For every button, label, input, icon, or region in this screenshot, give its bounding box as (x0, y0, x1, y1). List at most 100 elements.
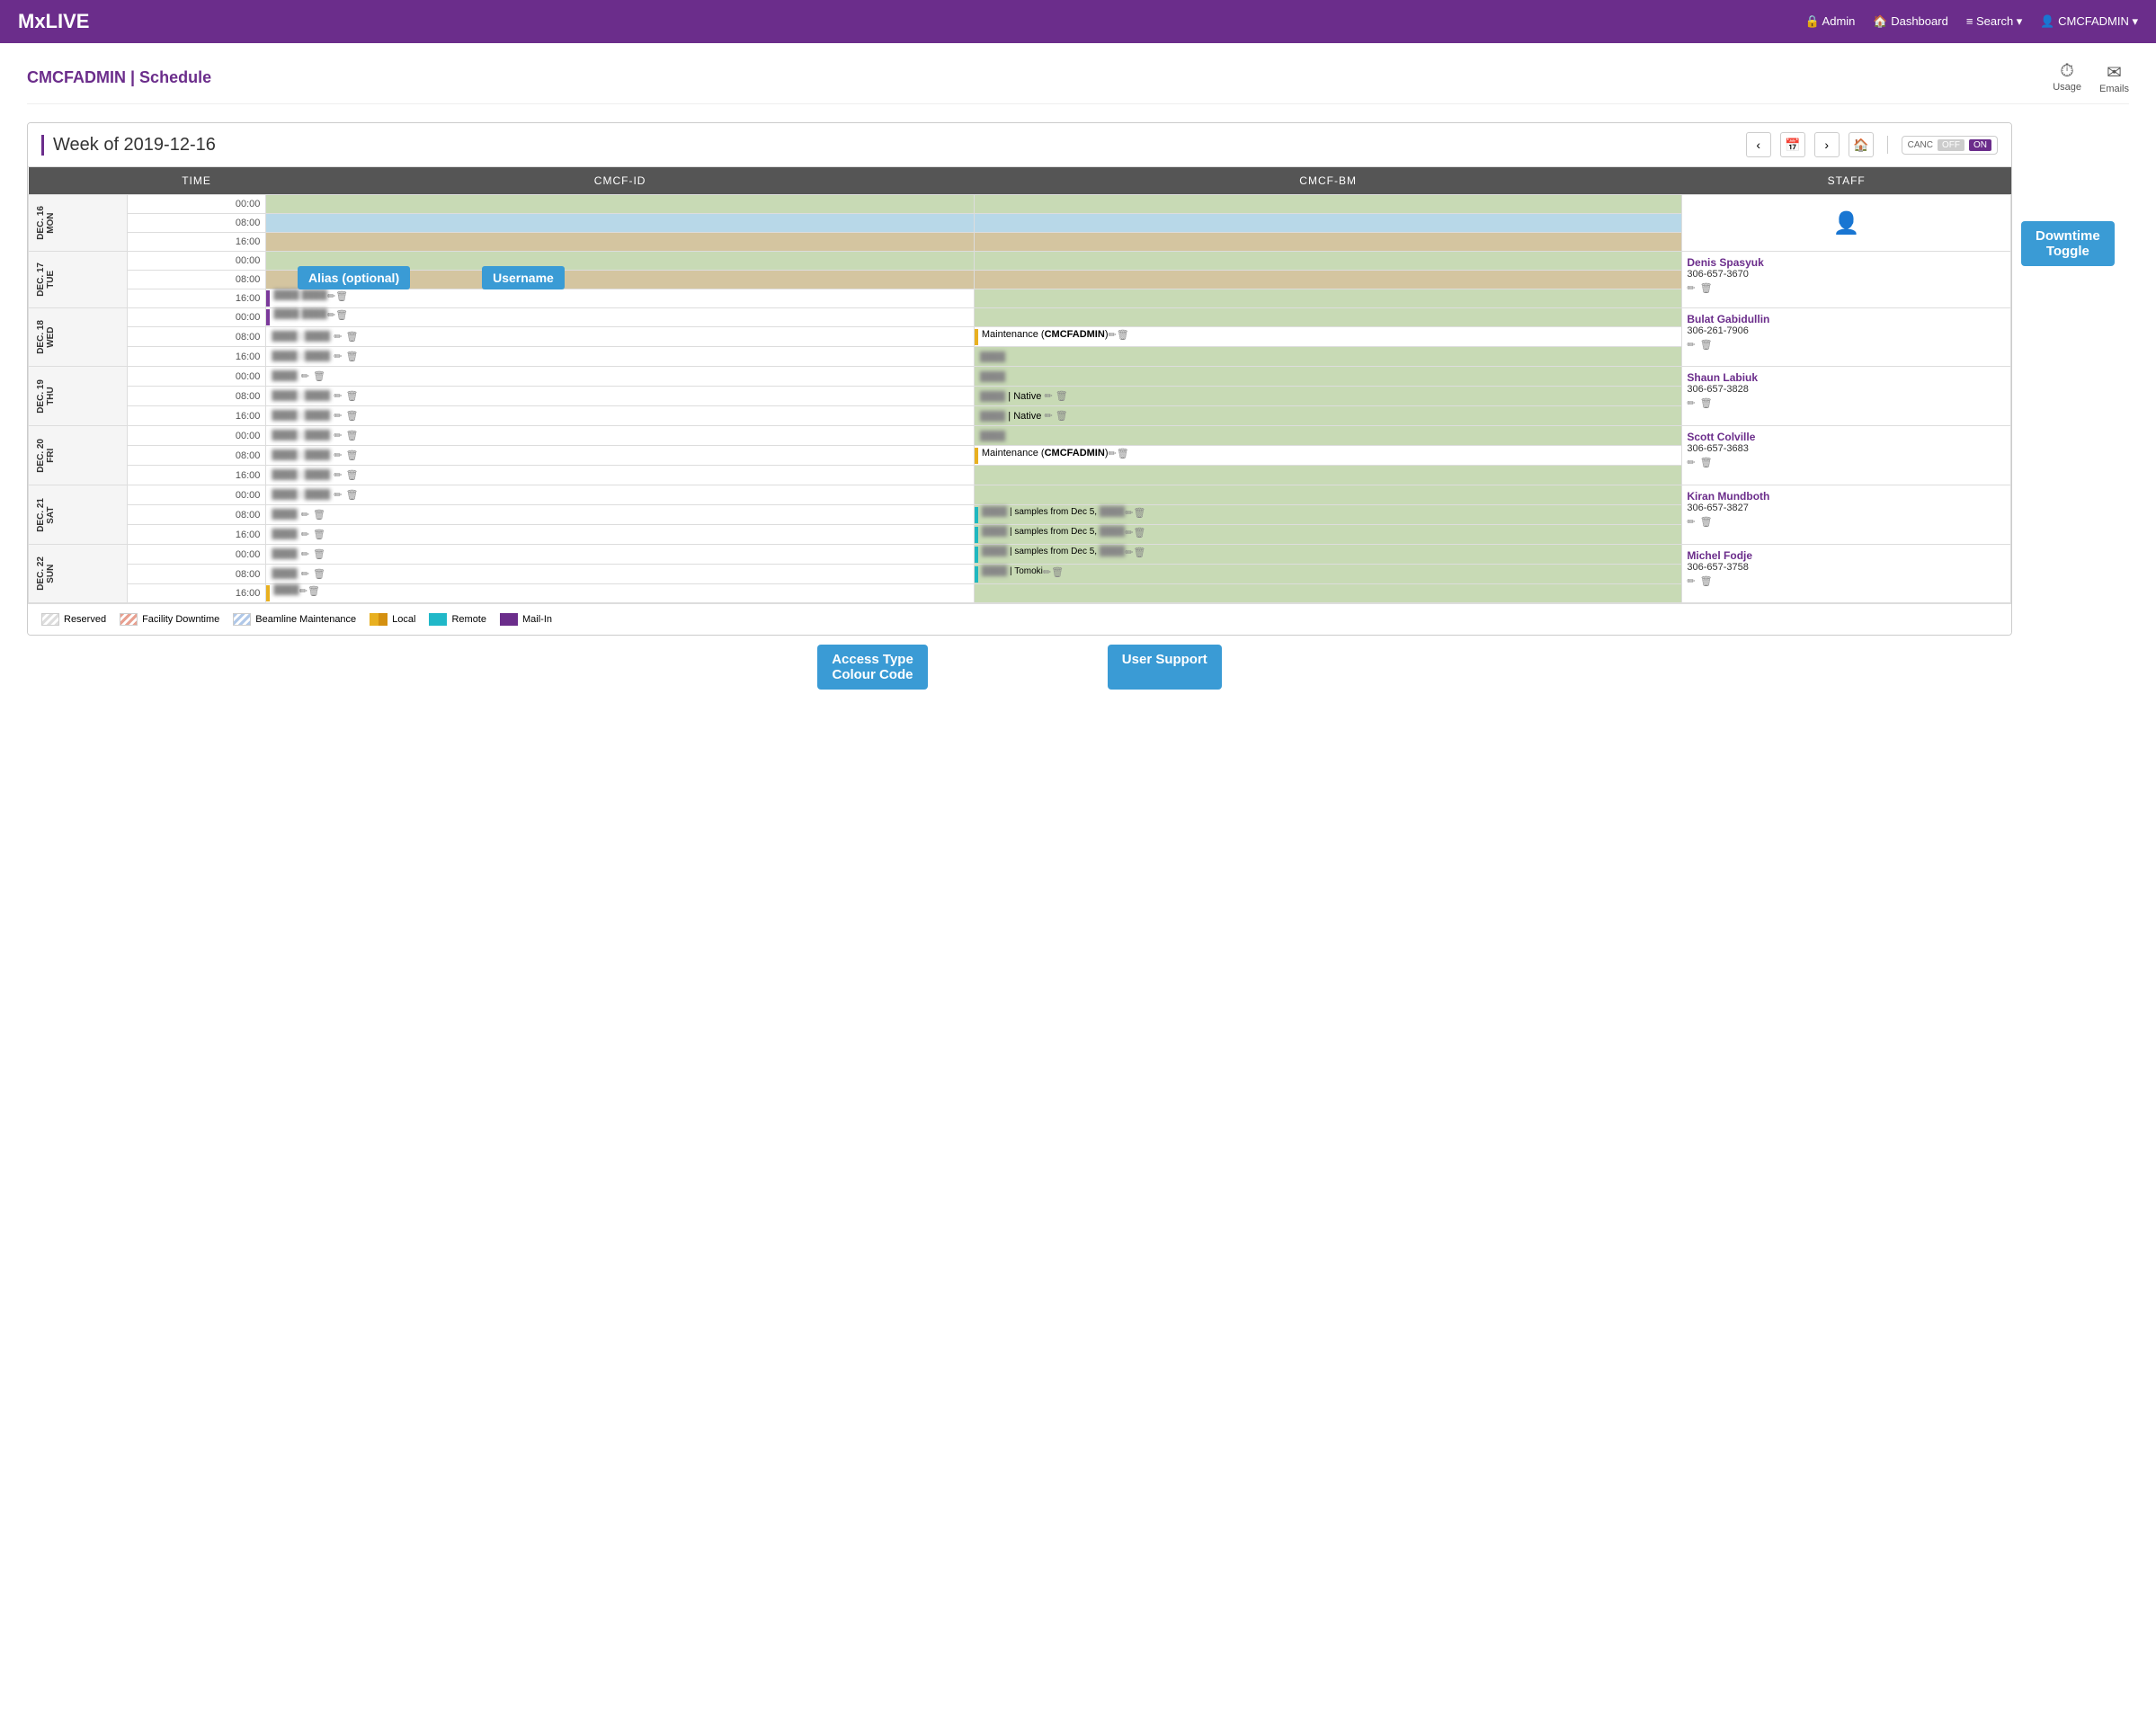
cmcfid-cell: ████ ✏ 🗑 (266, 565, 975, 584)
cmcfbm-cell (974, 289, 1682, 308)
delete-icon[interactable]: 🗑 (313, 529, 325, 540)
edit-icon[interactable]: ✏ (301, 370, 309, 382)
staff-dec20: Scott Colville 306-657-3683 ✏ 🗑 (1682, 426, 2011, 485)
calendar-button[interactable]: 📅 (1780, 132, 1805, 157)
table-row: DEC. 20FRI 00:00 ████ | ████ ✏ 🗑 (29, 426, 2011, 446)
cmcfbm-cell: ████ | Native ✏ 🗑 (974, 406, 1682, 426)
delete-icon[interactable]: 🗑 (345, 469, 358, 481)
yellow-bar (975, 448, 978, 464)
delete-icon[interactable]: 🗑 (345, 489, 358, 501)
delete-icon[interactable]: 🗑 (345, 430, 358, 441)
delete-icon[interactable]: 🗑 (1700, 457, 1713, 468)
home-button[interactable]: 🏠 (1849, 132, 1874, 157)
time-0800-dec16: 08:00 (127, 214, 266, 233)
edit-icon[interactable]: ✏ (299, 585, 307, 601)
usage-button[interactable]: ⏱ Usage (2053, 61, 2081, 94)
edit-icon[interactable]: ✏ (301, 509, 309, 521)
edit-icon[interactable]: ✏ (334, 469, 342, 481)
delete-icon[interactable]: 🗑 (1133, 547, 1145, 563)
edit-icon[interactable]: ✏ (1044, 391, 1052, 402)
edit-icon[interactable]: ✏ (1687, 397, 1695, 409)
edit-icon[interactable]: ✏ (1687, 339, 1695, 351)
time-0000-dec16: 00:00 (127, 195, 266, 214)
edit-icon[interactable]: ✏ (301, 529, 309, 540)
dashboard-link[interactable]: 🏠 Dashboard (1873, 14, 1947, 29)
staff-dec17: Denis Spasyuk 306-657-3670 ✏ 🗑 (1682, 252, 2011, 308)
delete-icon[interactable]: 🗑 (1056, 391, 1068, 402)
delete-icon[interactable]: 🗑 (1700, 516, 1713, 528)
delete-icon[interactable]: 🗑 (345, 331, 358, 343)
edit-icon[interactable]: ✏ (334, 410, 342, 422)
delete-icon[interactable]: 🗑 (1056, 411, 1068, 422)
edit-icon[interactable]: ✏ (334, 430, 342, 441)
delete-icon[interactable]: 🗑 (313, 548, 325, 560)
admin-link[interactable]: 🔒 Admin (1804, 14, 1855, 29)
delete-icon[interactable]: 🗑 (345, 410, 358, 422)
cmcfbm-cell: ████ | samples from Dec 5, ████ ✏ 🗑 (974, 525, 1682, 545)
edit-icon[interactable]: ✏ (1687, 516, 1695, 528)
cmcfid-cell: ████ ████ ✏ 🗑 (266, 308, 975, 327)
delete-icon[interactable]: 🗑 (345, 390, 358, 402)
edit-icon[interactable]: ✏ (334, 489, 342, 501)
user-dropdown[interactable]: 👤 CMCFADMIN ▾ (2040, 14, 2138, 29)
delete-icon[interactable]: 🗑 (313, 509, 325, 521)
cmcfid-cell: ████ | ████ ✏ 🗑 (266, 347, 975, 367)
edit-icon[interactable]: ✏ (327, 309, 335, 325)
cmcfbm-maintenance: Maintenance (CMCFADMIN) ✏ 🗑 (974, 327, 1682, 347)
legend-facility: Facility Downtime (120, 613, 219, 626)
edit-icon[interactable]: ✏ (1687, 575, 1695, 587)
cmcfbm-cell (974, 584, 1682, 603)
schedule-header-bar: Week of 2019-12-16 ‹ 📅 › 🏠 CANC OFF ON (28, 123, 2011, 167)
edit-icon[interactable]: ✏ (1125, 527, 1133, 543)
delete-icon[interactable]: 🗑 (345, 351, 358, 362)
delete-icon[interactable]: 🗑 (1117, 448, 1129, 464)
delete-icon[interactable]: 🗑 (313, 568, 325, 580)
prev-week-button[interactable]: ‹ (1746, 132, 1771, 157)
delete-icon[interactable]: 🗑 (1051, 566, 1064, 583)
edit-icon[interactable]: ✏ (1687, 457, 1695, 468)
downtime-toggle[interactable]: CANC OFF ON (1902, 136, 1998, 155)
edit-icon[interactable]: ✏ (301, 568, 309, 580)
delete-icon[interactable]: 🗑 (1133, 527, 1145, 543)
emails-button[interactable]: ✉ Emails (2099, 61, 2129, 94)
delete-icon[interactable]: 🗑 (345, 450, 358, 461)
staff-dec16: 👤 (1682, 195, 2011, 252)
edit-icon[interactable]: ✏ (334, 450, 342, 461)
edit-icon[interactable]: ✏ (334, 331, 342, 343)
edit-icon[interactable]: ✏ (1687, 282, 1695, 294)
delete-icon[interactable]: 🗑 (335, 309, 348, 325)
edit-icon[interactable]: ✏ (1125, 547, 1133, 563)
delete-icon[interactable]: 🗑 (1700, 397, 1713, 409)
page-title: CMCFADMIN | Schedule (27, 68, 211, 87)
delete-icon[interactable]: 🗑 (1133, 507, 1145, 523)
edit-icon[interactable]: ✏ (334, 390, 342, 402)
day-label-dec22: DEC. 22SUN (29, 545, 128, 603)
edit-icon[interactable]: ✏ (301, 548, 309, 560)
legend-local-box2 (379, 613, 388, 626)
edit-icon[interactable]: ✏ (334, 351, 342, 362)
teal-bar (975, 547, 978, 563)
edit-icon[interactable]: ✏ (1043, 566, 1051, 583)
table-row: DEC. 22SUN 00:00 ████ ✏ 🗑 (29, 545, 2011, 565)
edit-icon[interactable]: ✏ (1108, 329, 1116, 345)
delete-icon[interactable]: 🗑 (307, 585, 320, 601)
delete-icon[interactable]: 🗑 (1700, 282, 1713, 294)
cmcfid-cell: ████ ✏ 🗑 (266, 505, 975, 525)
edit-icon[interactable]: ✏ (1125, 507, 1133, 523)
edit-icon[interactable]: ✏ (327, 290, 335, 307)
cmcfbm-maintenance2: Maintenance (CMCFADMIN) ✏ 🗑 (974, 446, 1682, 466)
schedule-container: Week of 2019-12-16 ‹ 📅 › 🏠 CANC OFF ON (27, 122, 2012, 636)
next-week-button[interactable]: › (1814, 132, 1840, 157)
delete-icon[interactable]: 🗑 (1117, 329, 1129, 345)
day-label-dec16: DEC. 16MON (29, 195, 128, 252)
downtime-toggle-callout: DowntimeToggle (2021, 221, 2115, 266)
delete-icon[interactable]: 🗑 (335, 290, 348, 307)
delete-icon[interactable]: 🗑 (1700, 339, 1713, 351)
delete-icon[interactable]: 🗑 (313, 370, 325, 382)
teal-bar (975, 566, 978, 583)
search-dropdown[interactable]: ≡ Search ▾ (1966, 14, 2023, 29)
edit-icon[interactable]: ✏ (1108, 448, 1116, 464)
cmcfid-cell: ████ | ████ ✏ 🗑 (266, 406, 975, 426)
edit-icon[interactable]: ✏ (1044, 411, 1052, 422)
delete-icon[interactable]: 🗑 (1700, 575, 1713, 587)
